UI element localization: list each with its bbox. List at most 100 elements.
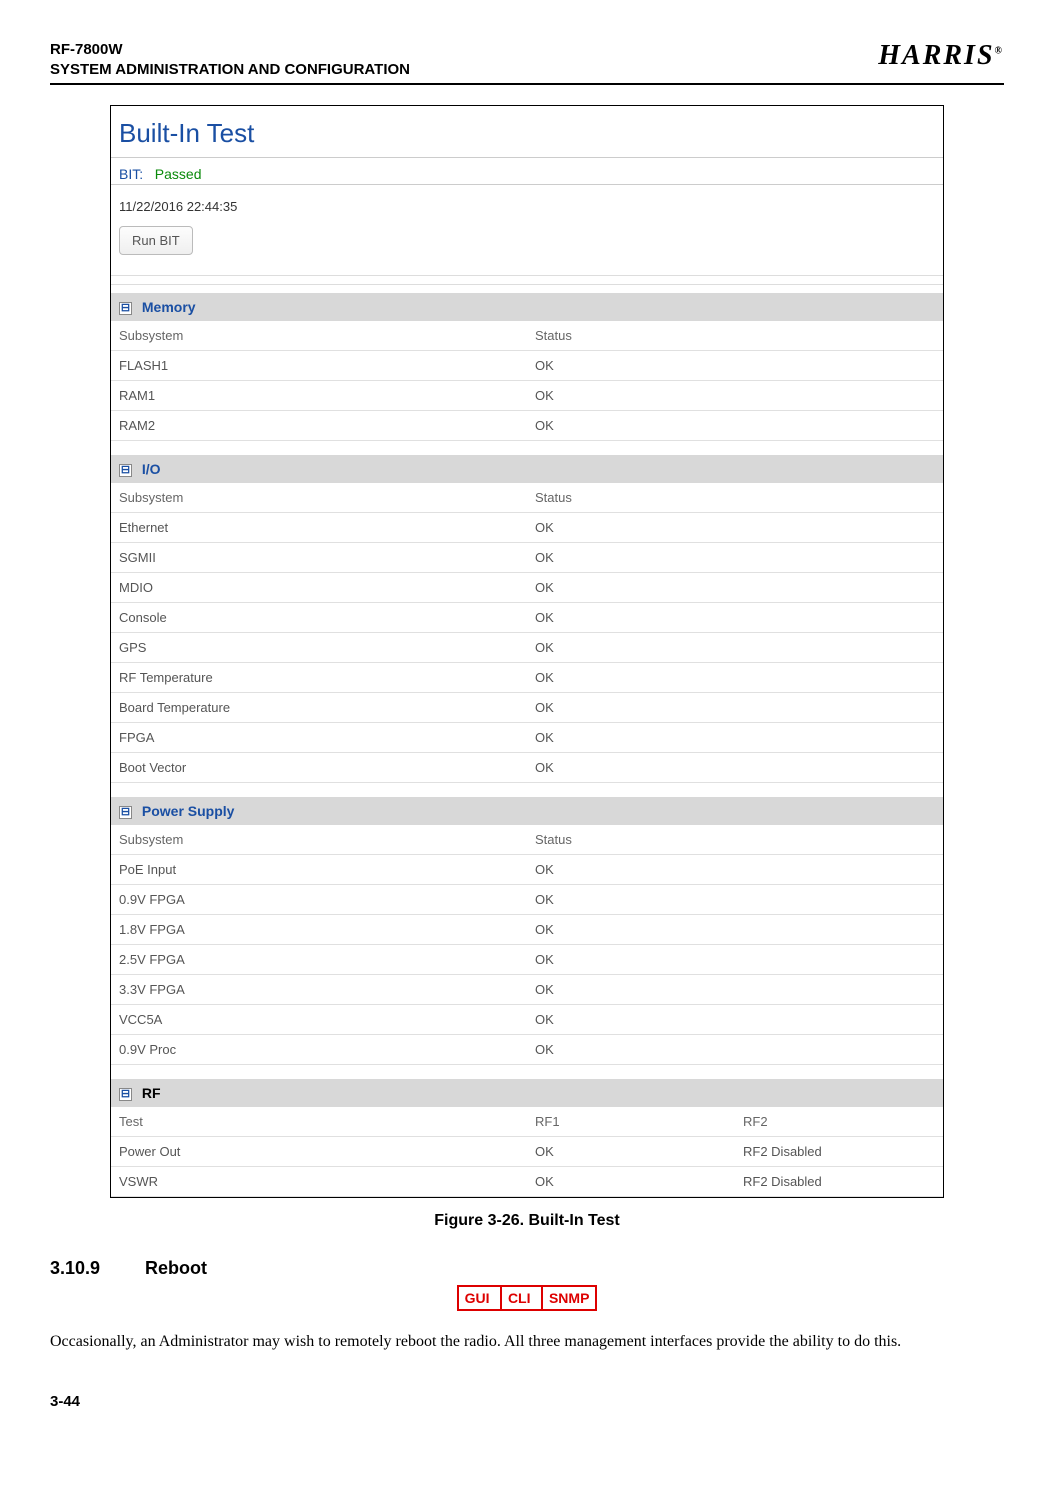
cell-name: Ethernet: [111, 513, 527, 543]
col-status: Status: [527, 825, 943, 855]
collapse-icon[interactable]: ⊟: [119, 1088, 132, 1101]
cell-status: OK: [527, 513, 943, 543]
cell-status: OK: [527, 723, 943, 753]
cell-rf2: RF2 Disabled: [735, 1167, 943, 1197]
badge-gui: GUI: [459, 1287, 496, 1309]
rf-title: RF: [142, 1085, 161, 1101]
table-row: RAM1OK: [111, 381, 943, 411]
doc-product: RF-7800W: [50, 40, 410, 60]
table-row: 2.5V FPGAOK: [111, 945, 943, 975]
memory-section-header[interactable]: ⊟ Memory: [111, 293, 943, 321]
bit-label: BIT:: [119, 166, 143, 182]
cell-rf1: OK: [527, 1167, 735, 1197]
cell-status: OK: [527, 975, 943, 1005]
registered-mark: ®: [995, 46, 1004, 57]
cell-status: OK: [527, 411, 943, 441]
doc-section-title: SYSTEM ADMINISTRATION AND CONFIGURATION: [50, 60, 410, 80]
figure-caption: Figure 3-26. Built-In Test: [50, 1212, 1004, 1230]
col-subsystem: Subsystem: [111, 321, 527, 351]
col-test: Test: [111, 1107, 527, 1137]
cell-name: Console: [111, 603, 527, 633]
interface-badges: GUI CLI SNMP: [50, 1285, 1004, 1311]
cell-name: Board Temperature: [111, 693, 527, 723]
doc-id-block: RF-7800W SYSTEM ADMINISTRATION AND CONFI…: [50, 40, 410, 79]
cell-status: OK: [527, 573, 943, 603]
badge-snmp: SNMP: [541, 1287, 595, 1309]
cell-status: OK: [527, 753, 943, 783]
col-subsystem: Subsystem: [111, 483, 527, 513]
rf-section-header[interactable]: ⊟ RF: [111, 1079, 943, 1107]
table-row: Boot VectorOK: [111, 753, 943, 783]
collapse-icon[interactable]: ⊟: [119, 806, 132, 819]
cell-name: GPS: [111, 633, 527, 663]
power-title: Power Supply: [142, 803, 235, 819]
rf-table: Test RF1 RF2 Power Out OK RF2 Disabled V…: [111, 1107, 943, 1197]
io-title: I/O: [142, 461, 161, 477]
cell-name: 1.8V FPGA: [111, 915, 527, 945]
cell-rf1: OK: [527, 1137, 735, 1167]
cell-status: OK: [527, 603, 943, 633]
table-row: ConsoleOK: [111, 603, 943, 633]
cell-name: FPGA: [111, 723, 527, 753]
cell-status: OK: [527, 855, 943, 885]
section-heading-reboot: 3.10.9 Reboot: [50, 1258, 1004, 1279]
cell-name: RF Temperature: [111, 663, 527, 693]
table-row: FLASH1OK: [111, 351, 943, 381]
col-status: Status: [527, 483, 943, 513]
bit-title: Built-In Test: [111, 114, 943, 157]
section-number: 3.10.9: [50, 1258, 140, 1279]
table-header-row: Subsystem Status: [111, 321, 943, 351]
table-row: VSWR OK RF2 Disabled: [111, 1167, 943, 1197]
power-section-header[interactable]: ⊟ Power Supply: [111, 797, 943, 825]
memory-title: Memory: [142, 299, 196, 315]
col-subsystem: Subsystem: [111, 825, 527, 855]
brand-logo: HARRIS®: [878, 40, 1004, 72]
page-number: 3-44: [50, 1393, 1004, 1410]
cell-status: OK: [527, 633, 943, 663]
memory-table: Subsystem Status FLASH1OK RAM1OK RAM2OK: [111, 321, 943, 441]
power-table: Subsystem Status PoE InputOK 0.9V FPGAOK…: [111, 825, 943, 1065]
cell-name: FLASH1: [111, 351, 527, 381]
cell-status: OK: [527, 915, 943, 945]
cell-name: SGMII: [111, 543, 527, 573]
table-row: PoE InputOK: [111, 855, 943, 885]
cell-name: Boot Vector: [111, 753, 527, 783]
table-header-row: Test RF1 RF2: [111, 1107, 943, 1137]
cell-status: OK: [527, 543, 943, 573]
run-bit-button[interactable]: Run BIT: [119, 226, 193, 255]
table-row: RAM2OK: [111, 411, 943, 441]
cell-name: 0.9V FPGA: [111, 885, 527, 915]
brand-text: HARRIS: [878, 40, 994, 71]
section-title: Reboot: [145, 1258, 207, 1278]
cell-status: OK: [527, 381, 943, 411]
table-row: RF TemperatureOK: [111, 663, 943, 693]
table-row: GPSOK: [111, 633, 943, 663]
col-rf1: RF1: [527, 1107, 735, 1137]
table-row: Board TemperatureOK: [111, 693, 943, 723]
collapse-icon[interactable]: ⊟: [119, 464, 132, 477]
io-section-header[interactable]: ⊟ I/O: [111, 455, 943, 483]
cell-rf2: RF2 Disabled: [735, 1137, 943, 1167]
table-row: 0.9V ProcOK: [111, 1035, 943, 1065]
col-status: Status: [527, 321, 943, 351]
table-row: Power Out OK RF2 Disabled: [111, 1137, 943, 1167]
table-row: 3.3V FPGAOK: [111, 975, 943, 1005]
collapse-icon[interactable]: ⊟: [119, 302, 132, 315]
table-header-row: Subsystem Status: [111, 825, 943, 855]
page-header: RF-7800W SYSTEM ADMINISTRATION AND CONFI…: [50, 40, 1004, 85]
bit-timestamp: 11/22/2016 22:44:35: [111, 191, 943, 222]
table-row: EthernetOK: [111, 513, 943, 543]
cell-name: RAM2: [111, 411, 527, 441]
cell-name: RAM1: [111, 381, 527, 411]
cell-status: OK: [527, 693, 943, 723]
table-row: FPGAOK: [111, 723, 943, 753]
cell-status: OK: [527, 945, 943, 975]
io-table: Subsystem Status EthernetOK SGMIIOK MDIO…: [111, 483, 943, 783]
cell-status: OK: [527, 1035, 943, 1065]
cell-name: MDIO: [111, 573, 527, 603]
table-row: SGMIIOK: [111, 543, 943, 573]
cell-status: OK: [527, 663, 943, 693]
cell-name: PoE Input: [111, 855, 527, 885]
cell-name: 2.5V FPGA: [111, 945, 527, 975]
bit-status-value: Passed: [155, 166, 202, 182]
